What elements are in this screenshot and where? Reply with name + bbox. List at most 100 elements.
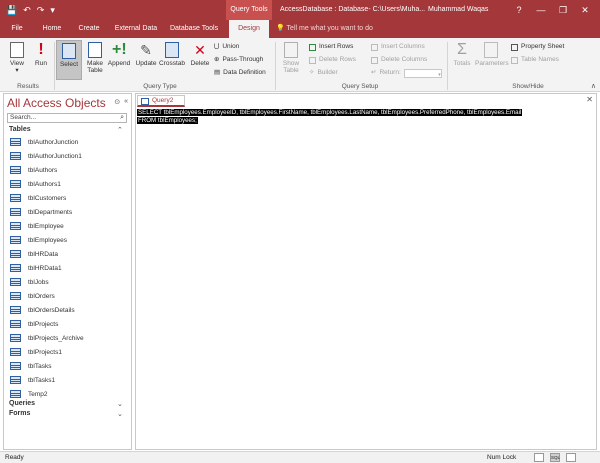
nav-table-item[interactable]: tblOrders [10,290,55,302]
view-button[interactable]: View ▾ [4,40,30,80]
context-tab-label: Query Tools [226,0,272,20]
nav-table-item[interactable]: tblJobs [10,276,49,288]
pass-through-button[interactable]: ⊕ Pass-Through [214,55,263,65]
nav-table-item[interactable]: tblProjects [10,318,58,330]
run-icon: ! [38,41,44,58]
tab-design[interactable]: Design [229,20,269,38]
union-button[interactable]: ⋃ Union [214,42,239,52]
property-sheet-label: Property Sheet [521,43,565,50]
update-button[interactable]: ✎ Update [133,40,159,80]
delete-columns-button[interactable]: Delete Columns [371,55,427,65]
search-icon: ⌕ [120,114,124,121]
group-separator [275,42,276,90]
delete-rows-label: Delete Rows [319,56,356,63]
property-sheet-button[interactable]: Property Sheet [511,42,564,52]
table-icon [10,194,21,202]
run-label: Run [35,60,47,67]
insert-rows-button[interactable]: Insert Rows [309,42,353,52]
nav-table-item[interactable]: tblEmployees [10,234,67,246]
nav-menu-icon[interactable]: ⊙ [114,98,120,106]
tab-file[interactable]: File [4,20,30,38]
close-button[interactable]: ✕ [574,0,596,20]
nav-search-input[interactable]: Search... ⌕ [7,113,127,123]
tab-query2[interactable]: Query2 [137,95,185,107]
table-icon [10,180,21,188]
redo-icon[interactable]: ↷ [37,3,45,17]
nav-pane-title[interactable]: All Access Objects [7,96,106,110]
nav-table-item[interactable]: tblDepartments [10,206,72,218]
save-icon[interactable]: 💾 [6,3,17,17]
delete-query-button[interactable]: ✕ Delete [187,40,213,80]
table-name: tblAuthors [28,166,58,174]
nav-section-tables[interactable]: Tables ⌃ [9,126,127,134]
table-name: tblAuthorJunction [28,138,79,146]
nav-table-item[interactable]: tblProjects_Archive [10,332,84,344]
navigation-pane: All Access Objects ⊙ « Search... ⌕ Table… [3,93,132,450]
nav-table-item[interactable]: tblTasks [10,360,51,372]
tell-me-box[interactable]: 💡 Tell me what you want to do [276,20,373,38]
show-table-button[interactable]: Show Table [278,40,304,80]
nav-table-item[interactable]: tblHRData1 [10,262,62,274]
table-name: tblJobs [28,278,49,286]
table-name: tblTasks1 [28,376,56,384]
nav-table-item[interactable]: tblHRData [10,248,58,260]
tab-home[interactable]: Home [38,20,66,38]
tab-external-data[interactable]: External Data [112,20,160,38]
sql-view-button[interactable]: SQL [550,453,560,462]
section-label: Forms [9,410,31,417]
ribbon: View ▾ ! Run Results Select Make Table +!… [0,38,600,92]
nav-table-item[interactable]: tblAuthors [10,164,57,176]
table-name: tblAuthors1 [28,180,61,188]
builder-button[interactable]: ✧ Builder [309,68,338,78]
make-table-icon [88,42,102,58]
window-controls: ? — ❐ ✕ [508,0,596,20]
user-name[interactable]: Muhammad Waqas [428,0,488,20]
totals-button[interactable]: Σ Totals [449,40,475,80]
select-query-button[interactable]: Select [56,40,82,80]
undo-icon[interactable]: ↶ [23,3,31,17]
table-name: tblEmployee [28,222,64,230]
sql-editor[interactable]: SELECT tblEmployees.EmployeeID, tblEmplo… [137,109,523,125]
nav-table-item[interactable]: tblOrdersDetails [10,304,75,316]
customize-toolbar-icon[interactable]: ▾ [50,3,55,17]
data-definition-icon: ▤ [214,69,221,76]
collapse-ribbon-icon[interactable]: ∧ [591,82,596,90]
tab-database-tools[interactable]: Database Tools [166,20,222,38]
nav-table-item[interactable]: tblTasks1 [10,374,55,386]
delete-rows-button[interactable]: Delete Rows [309,55,356,65]
nav-table-item[interactable]: Temp2 [10,388,48,400]
nav-table-item[interactable]: tblEmployee [10,220,64,232]
view-label: View [10,60,24,67]
nav-section-queries[interactable]: Queries ⌄ [9,400,127,408]
datasheet-view-icon[interactable] [534,453,544,462]
restore-button[interactable]: ❐ [552,0,574,20]
insert-columns-icon [371,43,378,51]
help-icon[interactable]: ? [508,0,530,20]
run-button[interactable]: ! Run [28,40,54,80]
nav-table-item[interactable]: tblAuthors1 [10,178,61,190]
shutter-bar-icon[interactable]: « [124,98,128,106]
num-lock-indicator: Num Lock [487,454,517,461]
expand-icon: ⌄ [117,401,123,408]
sigma-icon: Σ [457,41,467,58]
nav-table-item[interactable]: tblAuthorJunction1 [10,150,82,162]
minimize-button[interactable]: — [530,0,552,20]
tab-create[interactable]: Create [72,20,106,38]
append-button[interactable]: +! Append [106,40,132,80]
nav-table-item[interactable]: tblProjects1 [10,346,62,358]
nav-table-item[interactable]: tblCustomers [10,192,66,204]
design-view-icon[interactable] [566,453,576,462]
table-names-button[interactable]: Table Names [511,55,559,65]
nav-table-item[interactable]: tblAuthorJunction [10,136,78,148]
insert-columns-button[interactable]: Insert Columns [371,42,425,52]
delete-rows-icon [309,56,316,64]
nav-section-forms[interactable]: Forms ⌄ [9,410,127,418]
parameters-button[interactable]: Parameters [475,40,509,80]
sql-line-1: SELECT tblEmployees.EmployeeID, tblEmplo… [137,109,523,116]
close-query-icon[interactable]: ✕ [586,95,593,104]
data-definition-button[interactable]: ▤ Data Definition [214,68,266,78]
make-table-button[interactable]: Make Table [82,40,108,80]
show-table-label-1: Show [282,60,300,67]
crosstab-button[interactable]: Crosstab [158,40,186,80]
return-select[interactable]: ▾ [403,68,442,78]
